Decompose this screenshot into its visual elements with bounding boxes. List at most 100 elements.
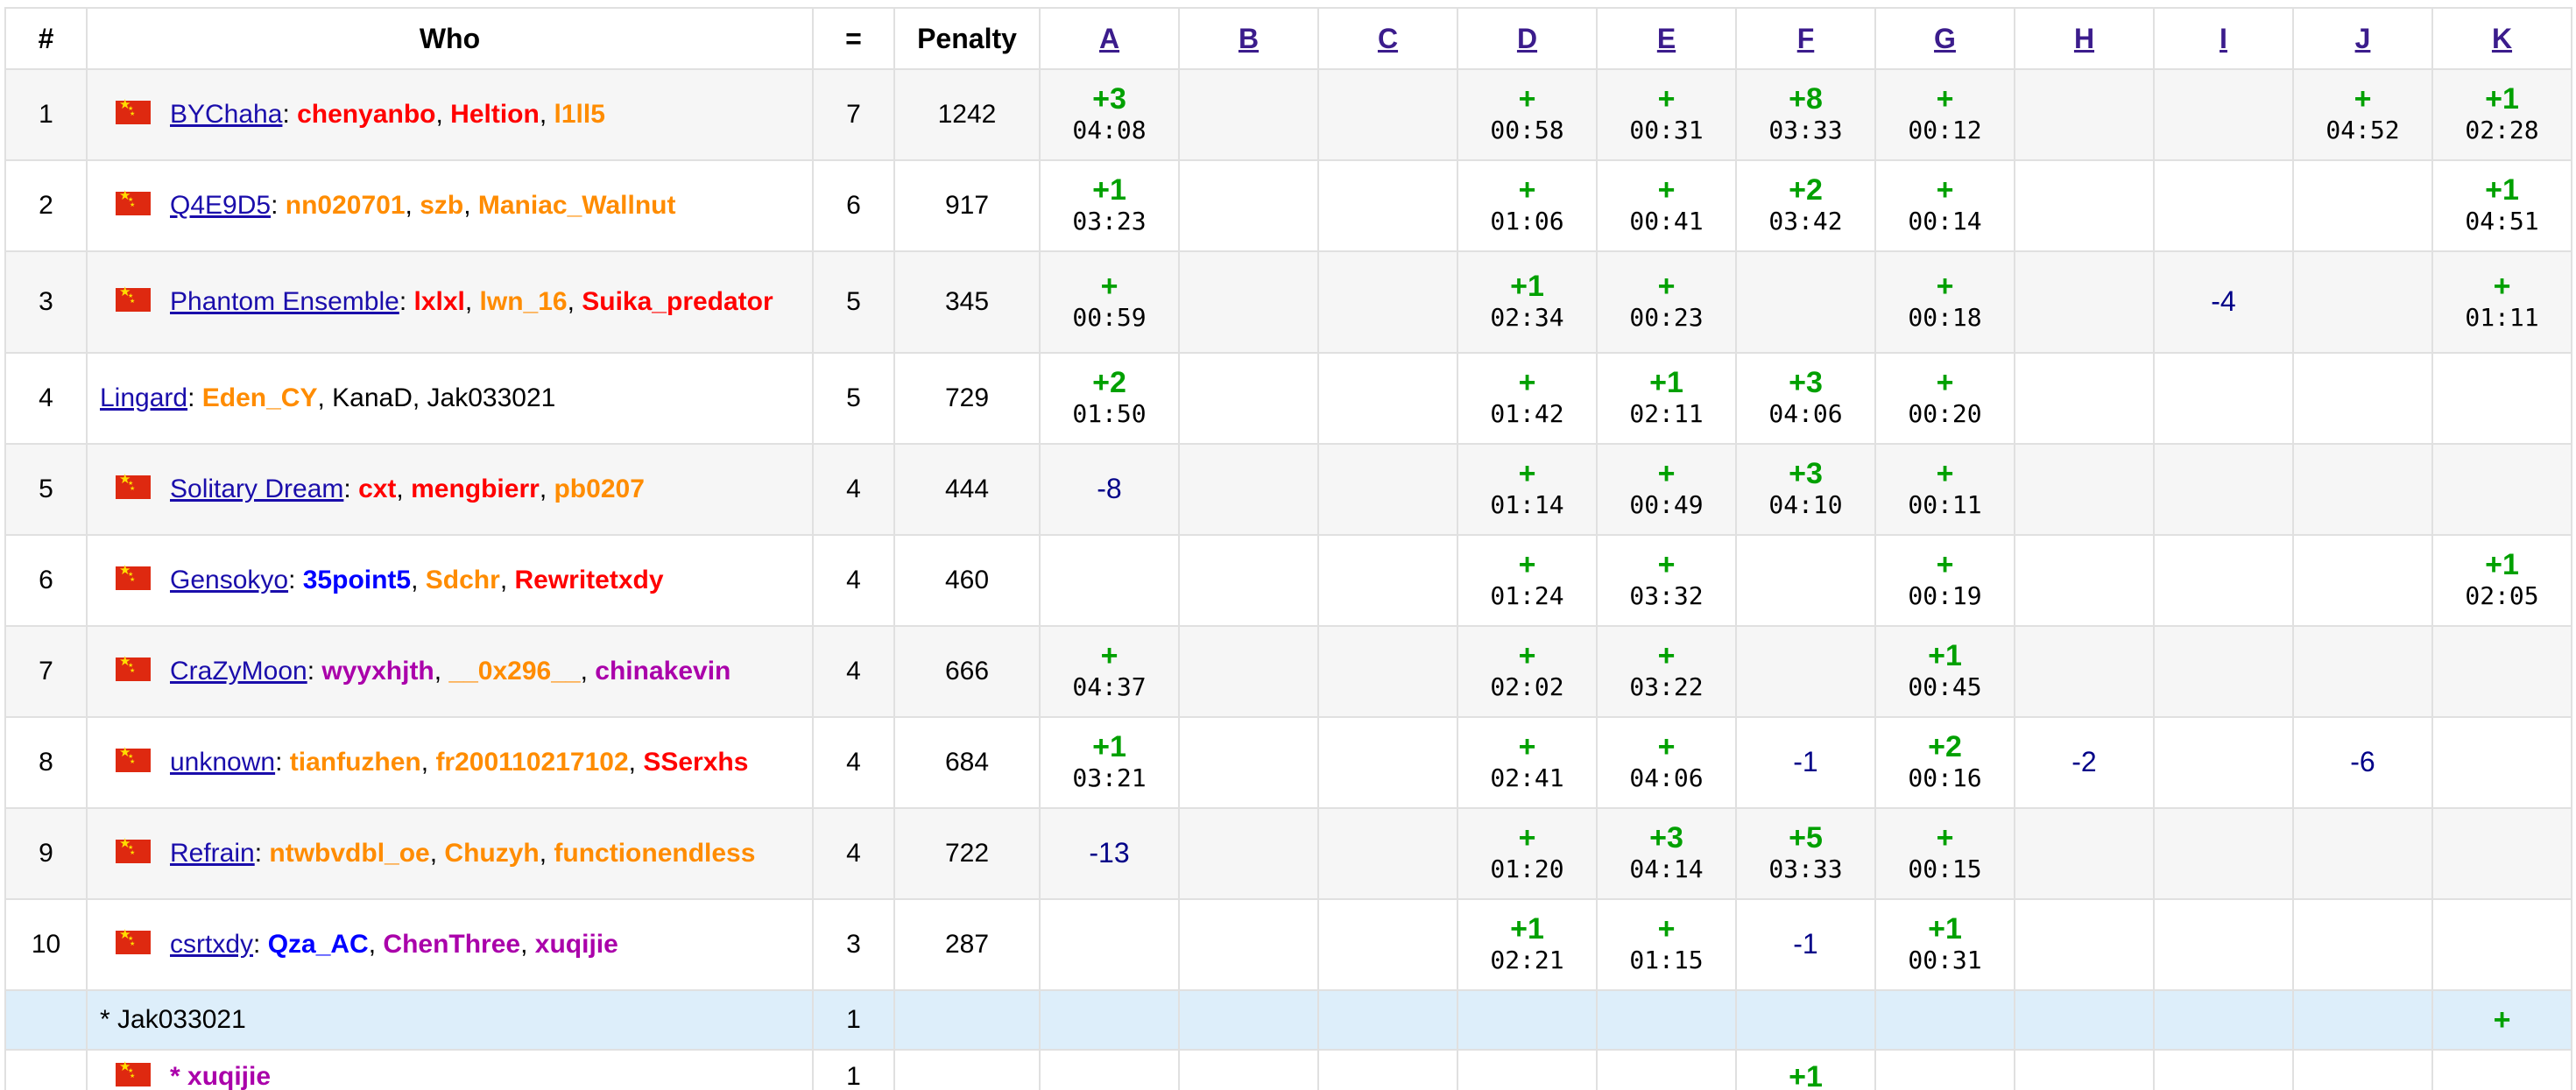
member-name: ChenThree (383, 930, 521, 959)
rank-cell: 1 (4, 68, 88, 161)
team-link[interactable]: Solitary Dream (170, 475, 343, 503)
member-name: lwn_16 (479, 287, 568, 316)
result-cell (2292, 1049, 2433, 1090)
result-cell (1317, 625, 1458, 718)
result-cell (1178, 807, 1319, 900)
member-name: nn020701 (285, 191, 406, 220)
accepted-mark: + (1936, 548, 1954, 581)
member-name: Sdchr (425, 566, 500, 594)
result-cell (2014, 159, 2155, 252)
result-cell (1735, 250, 1876, 354)
result-cell (2014, 250, 2155, 354)
rank-cell: 3 (4, 250, 88, 354)
result-cell (2014, 534, 2155, 627)
result-cell: +00:31 (1596, 68, 1737, 161)
solved-cell: 4 (812, 534, 895, 627)
who-cell: ★ ★ ★ BYChaha: chenyanbo, Heltion, l1ll5 (86, 68, 814, 161)
team-link[interactable]: Phantom Ensemble (170, 287, 399, 316)
problem-link-a[interactable]: A (1099, 23, 1119, 54)
problem-link-b[interactable]: B (1239, 23, 1259, 54)
result-cell (2153, 534, 2294, 627)
china-flag-icon: ★ ★ ★ (116, 1060, 151, 1086)
solve-time: 01:06 (1490, 207, 1564, 236)
team-link[interactable]: Q4E9D5 (170, 191, 271, 220)
penalty-cell: 684 (893, 716, 1041, 809)
result-cell: +5 03:33 (1735, 807, 1876, 900)
team-link[interactable]: Gensokyo (170, 566, 288, 594)
accepted-mark: +3 (1649, 821, 1683, 854)
accepted-mark: +8 (1789, 82, 1823, 116)
problem-link-c[interactable]: C (1378, 23, 1398, 54)
result-cell (2153, 159, 2294, 252)
result-cell (1457, 989, 1598, 1051)
result-cell: +3 04:10 (1735, 443, 1876, 536)
solve-time: 02:05 (2465, 581, 2539, 610)
member-name: chenyanbo (297, 100, 436, 129)
problem-header: G (1874, 7, 2015, 70)
accepted-mark: + (1657, 270, 1676, 303)
rank-cell: 6 (4, 534, 88, 627)
problem-link-i[interactable]: I (2220, 23, 2227, 54)
solve-time: 00:31 (1908, 946, 1982, 974)
problem-link-d[interactable]: D (1517, 23, 1537, 54)
accepted-mark: +3 (1789, 366, 1823, 399)
result-cell: +01:15 (1596, 898, 1737, 991)
result-cell (1039, 989, 1180, 1051)
result-cell: +01:11 (2431, 250, 2572, 354)
table-row: 8 ★ ★ ★ unknown: tianfuzhen, fr200110217102,… (4, 716, 2572, 809)
china-flag-icon: ★ ★ ★ (116, 655, 151, 681)
result-cell (2292, 250, 2433, 354)
team-link[interactable]: BYChaha (170, 100, 282, 129)
team-link[interactable]: Lingard (100, 383, 187, 412)
penalty-cell: 287 (893, 898, 1041, 991)
team-link[interactable]: csrtxdy (170, 930, 253, 959)
accepted-mark: + (2354, 82, 2372, 116)
accepted-mark: + (2493, 270, 2511, 303)
solve-time: 00:15 (1908, 854, 1982, 883)
solve-time: 03:23 (1072, 207, 1147, 236)
accepted-mark: + (1518, 548, 1536, 581)
accepted-mark: + (1657, 82, 1676, 116)
result-cell (2292, 443, 2433, 536)
problem-link-e[interactable]: E (1657, 23, 1676, 54)
penalty-cell (893, 989, 1041, 1051)
result-cell (1178, 716, 1319, 809)
member-name: Suika_predator (582, 287, 773, 316)
result-cell: -6 (2292, 716, 2433, 809)
member-name: 35point5 (302, 566, 412, 594)
problem-link-k[interactable]: K (2492, 23, 2512, 54)
result-cell: +3 04:14 (1596, 807, 1737, 900)
problem-link-j[interactable]: J (2355, 23, 2371, 54)
solve-time: 00:31 (1629, 116, 1704, 144)
rank-cell: 5 (4, 443, 88, 536)
solve-time: 00:41 (1629, 207, 1704, 236)
accepted-mark: +1 (1510, 912, 1544, 946)
result-cell (2014, 625, 2155, 718)
penalty-cell: 917 (893, 159, 1041, 252)
team-link[interactable]: unknown (170, 748, 275, 777)
accepted-mark: + (1657, 639, 1676, 672)
accepted-mark: + (1657, 548, 1676, 581)
team-link[interactable]: Refrain (170, 839, 255, 868)
result-cell (2431, 898, 2572, 991)
table-row: 5 ★ ★ ★ Solitary Dream: cxt, mengbierr, pb02… (4, 443, 2572, 536)
accepted-mark: +1 (1789, 1060, 1823, 1090)
who-cell: ★ ★ ★ Gensokyo: 35point5, Sdchr, Rewritetxd… (86, 534, 814, 627)
team-link[interactable]: CraZyMoon (170, 657, 307, 686)
problem-link-g[interactable]: G (1934, 23, 1956, 54)
result-cell (2153, 1049, 2294, 1090)
solve-time: 03:22 (1629, 672, 1704, 701)
table-row: 10 ★ ★ ★ csrtxdy: Qza_AC, ChenThree, xuqijie… (4, 898, 2572, 991)
who-cell: ★ ★ ★ Q4E9D5: nn020701, szb, Maniac_Wallnut (86, 159, 814, 252)
accepted-mark: +2 (1789, 173, 1823, 207)
problem-header: I (2153, 7, 2294, 70)
accepted-mark: +1 (1092, 730, 1126, 763)
problem-link-f[interactable]: F (1797, 23, 1815, 54)
member-name: Eden_CY (201, 383, 318, 412)
solved-cell: 3 (812, 898, 895, 991)
solve-time: 00:14 (1908, 207, 1982, 236)
accepted-mark: +1 (2485, 173, 2519, 207)
member-name: ntwbvdbl_oe (269, 839, 430, 868)
result-cell: -4 (2153, 250, 2294, 354)
problem-link-h[interactable]: H (2074, 23, 2094, 54)
